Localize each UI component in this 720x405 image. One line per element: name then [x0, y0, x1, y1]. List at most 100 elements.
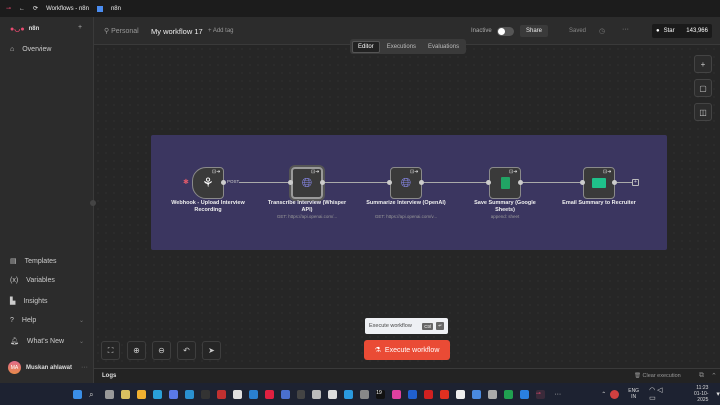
tab-executions[interactable]: Executions — [382, 42, 421, 52]
node-actions-icon[interactable]: ⊡➜ — [509, 169, 517, 175]
tab-title[interactable]: Workflows - n8n — [46, 6, 89, 12]
zoom-out-icon: ⊖ — [158, 346, 165, 355]
logs-panel-bar[interactable]: Logs 🗑︎ Clear execution ⧉ ⌃ — [94, 368, 720, 383]
app-icon[interactable] — [440, 389, 450, 399]
app-icon[interactable] — [392, 389, 402, 399]
file-explorer-icon[interactable] — [136, 389, 146, 399]
n8n-app-icon[interactable]: ⊸ — [535, 389, 545, 399]
fit-view-button[interactable]: ⛶ — [101, 341, 120, 360]
workflow-name[interactable]: My workflow 17 — [151, 27, 203, 36]
project-breadcrumb[interactable]: ⚲ Personal — [104, 27, 139, 35]
github-star-button[interactable]: ● Star 143,966 — [652, 24, 712, 38]
pop-out-icon[interactable]: ⧉ — [699, 372, 704, 380]
reload-icon[interactable]: ⟳ — [33, 5, 38, 12]
user-menu[interactable]: MA Muskan ahlawat ··· — [8, 361, 88, 374]
excel-icon[interactable] — [503, 389, 513, 399]
app-icon[interactable] — [216, 389, 226, 399]
app-icon[interactable] — [248, 389, 258, 399]
add-button[interactable]: + — [78, 24, 82, 31]
node-actions-icon[interactable]: ⊡➜ — [603, 169, 611, 175]
app-icon[interactable] — [487, 389, 497, 399]
sidebar-collapse-handle[interactable] — [90, 200, 96, 206]
chrome-icon[interactable] — [328, 389, 338, 399]
edge-icon[interactable] — [152, 389, 162, 399]
output-handle[interactable] — [419, 180, 424, 185]
input-handle[interactable] — [288, 180, 293, 185]
avatar: MA — [8, 361, 21, 374]
app-icon[interactable] — [296, 389, 306, 399]
node-actions-icon[interactable]: ⊡➜ — [311, 169, 319, 175]
chevron-down-icon: ⌄ — [78, 338, 84, 345]
app-icon[interactable] — [519, 389, 529, 399]
execute-workflow-button[interactable]: ⚗ Execute workflow — [364, 340, 450, 360]
app-icon[interactable] — [471, 389, 481, 399]
zoom-out-button[interactable]: ⊖ — [152, 341, 171, 360]
add-node-button[interactable]: + — [694, 55, 712, 73]
node-actions-icon[interactable]: ⊡➜ — [212, 169, 220, 175]
calculator-icon[interactable] — [360, 389, 370, 399]
toggle-panel-button[interactable]: ◫ — [694, 103, 712, 121]
sidebar-item-templates[interactable]: ▤ Templates — [10, 257, 84, 266]
node-title: Email Summary to Recruiter — [562, 200, 636, 206]
output-handle[interactable] — [320, 180, 325, 185]
app-icon[interactable] — [424, 389, 434, 399]
input-handle[interactable] — [387, 180, 392, 185]
more-apps-icon[interactable]: ··· — [554, 391, 561, 398]
clear-execution-button[interactable]: 🗑︎ Clear execution — [634, 373, 681, 379]
sidebar-item-overview[interactable]: ⌂ Overview — [10, 46, 84, 53]
add-next-node-button[interactable]: + — [632, 179, 639, 186]
sidebar-item-whats-new[interactable]: 🔔︎ What's New ⌄ — [10, 337, 84, 346]
collapse-icon[interactable]: ⌃ — [711, 372, 717, 380]
app-icon[interactable] — [456, 389, 465, 399]
output-handle[interactable] — [518, 180, 523, 185]
tab-editor[interactable]: Editor — [352, 40, 380, 53]
sticky-note-button[interactable]: ▢ — [694, 79, 712, 97]
add-tag-button[interactable]: + Add tag — [208, 28, 234, 34]
app-icon[interactable] — [312, 389, 322, 399]
zoom-in-button[interactable]: ⊕ — [127, 341, 146, 360]
sidebar-item-help[interactable]: ? Help ⌄ — [10, 317, 84, 324]
output-handle[interactable] — [221, 180, 226, 185]
app-icon[interactable] — [168, 389, 178, 399]
app-icon[interactable] — [264, 389, 274, 399]
clock[interactable]: 11:23 01-10-2025 — [683, 385, 708, 403]
tray-app-icon[interactable] — [609, 389, 619, 399]
app-icon[interactable] — [408, 389, 418, 399]
app-icon[interactable] — [184, 389, 194, 399]
tidy-up-button[interactable]: ➤ — [202, 341, 221, 360]
templates-icon: ▤ — [10, 258, 17, 265]
history-icon[interactable]: ◷ — [599, 27, 605, 35]
node-actions-icon[interactable]: ⊡➜ — [410, 169, 418, 175]
app-icon[interactable] — [121, 389, 130, 399]
chrome-icon[interactable] — [232, 389, 242, 399]
notification-icon[interactable]: ▾ — [716, 390, 720, 398]
undo-button[interactable]: ↶ — [177, 341, 196, 360]
sidebar-item-insights[interactable]: ▙ Insights — [10, 297, 84, 306]
sidebar-item-variables[interactable]: (x) Variables — [10, 277, 84, 284]
back-icon[interactable]: ← — [19, 6, 25, 12]
output-handle[interactable] — [612, 180, 617, 185]
globe-icon: 🌐︎ — [301, 175, 313, 190]
project-name: Personal — [111, 28, 139, 35]
input-handle[interactable] — [486, 180, 491, 185]
tray-chevron-icon[interactable]: ⌃ — [601, 391, 606, 398]
start-icon[interactable] — [73, 389, 83, 399]
app-icon[interactable]: 19 — [376, 389, 386, 399]
telegram-icon[interactable] — [344, 389, 354, 399]
execute-label: Execute workflow — [384, 346, 440, 354]
teams-icon[interactable] — [280, 389, 290, 399]
taskview-icon[interactable] — [105, 389, 115, 399]
more-options-button[interactable]: ··· — [622, 26, 629, 33]
wifi-volume-battery-icon[interactable]: ◠ ◁ ▭ — [649, 386, 671, 402]
tab2-title[interactable]: n8n — [111, 6, 121, 12]
language-indicator[interactable]: ENG IN — [628, 388, 639, 400]
tab-favicon-icon — [96, 5, 103, 12]
search-icon[interactable]: ⌕ — [89, 390, 98, 399]
active-toggle[interactable] — [497, 27, 514, 36]
node-subtitle: append: sheet — [490, 214, 520, 219]
app-icon[interactable] — [200, 389, 210, 399]
input-handle[interactable] — [580, 180, 585, 185]
brand[interactable]: ●◡● n8n — [10, 25, 39, 33]
share-button[interactable]: Share — [520, 25, 549, 37]
tab-evaluations[interactable]: Evaluations — [423, 42, 464, 52]
